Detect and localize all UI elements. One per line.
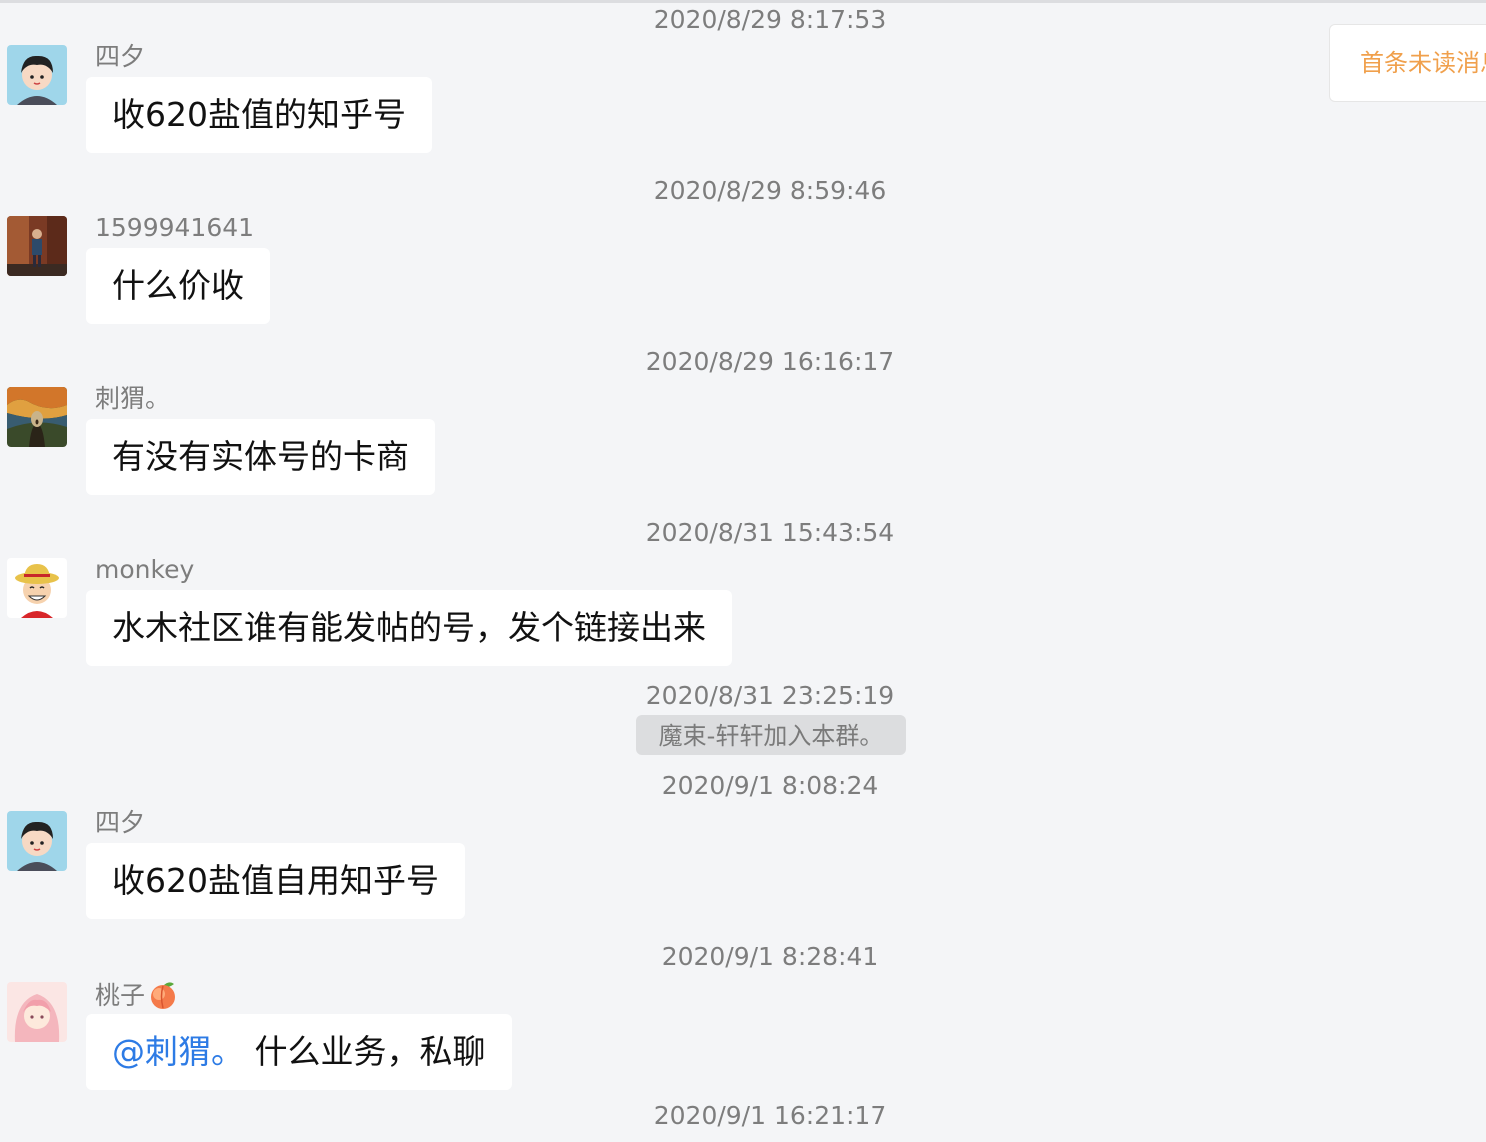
- message-bubble[interactable]: 有没有实体号的卡商: [86, 419, 435, 495]
- timestamp: 2020/8/29 8:17:53: [0, 4, 1486, 36]
- chat-message: monkey 水木社区谁有能发帖的号，发个链接出来: [0, 558, 1300, 718]
- chat-message: 四夕 收620盐值的知乎号: [0, 45, 1300, 205]
- sender-name: 四夕: [95, 807, 145, 839]
- sender-name: 刺猬。: [95, 383, 170, 415]
- pink-anime-avatar[interactable]: [7, 982, 67, 1042]
- message-bubble[interactable]: 收620盐值自用知乎号: [86, 843, 465, 919]
- cartoon-boy-avatar[interactable]: [7, 45, 67, 105]
- sender-name: 四夕: [95, 41, 145, 73]
- straw-hat-avatar[interactable]: [7, 558, 67, 618]
- message-bubble[interactable]: 水木社区谁有能发帖的号，发个链接出来: [86, 590, 732, 666]
- chat-message: 桃子 @刺猬。 什么业务，私聊: [0, 982, 1300, 1142]
- sender-name: 桃子: [95, 978, 179, 1012]
- top-divider: [0, 0, 1486, 3]
- sender-name: monkey: [95, 554, 194, 586]
- message-text: 什么业务，私聊: [244, 1032, 486, 1071]
- message-bubble[interactable]: 什么价收: [86, 248, 270, 324]
- mention-link[interactable]: @刺猬。: [112, 1032, 244, 1071]
- scream-painting-avatar[interactable]: [7, 387, 67, 447]
- message-bubble[interactable]: @刺猬。 什么业务，私聊: [86, 1014, 512, 1090]
- cartoon-boy-avatar[interactable]: [7, 811, 67, 871]
- chat-message: 四夕 收620盐值自用知乎号: [0, 811, 1300, 971]
- system-notice: 魔束-轩轩加入本群。: [636, 715, 906, 755]
- timestamp: 2020/9/1 8:08:24: [0, 770, 1486, 802]
- message-bubble[interactable]: 收620盐值的知乎号: [86, 77, 432, 153]
- peach-emoji-icon: [147, 978, 179, 1010]
- sender-name: 1599941641: [95, 212, 254, 244]
- chat-message: 1599941641 什么价收: [0, 216, 1300, 376]
- chat-message: 刺猬。 有没有实体号的卡商: [0, 387, 1300, 547]
- photo-person-avatar[interactable]: [7, 216, 67, 276]
- sender-name-text: 桃子: [95, 981, 145, 1010]
